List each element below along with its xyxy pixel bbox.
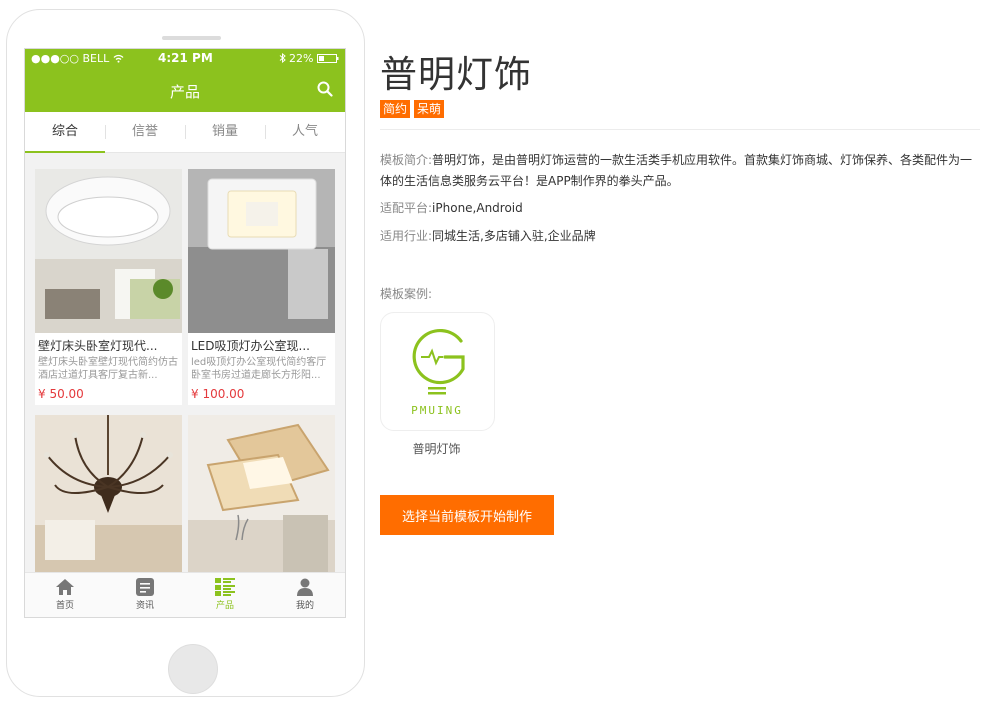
tag-badge: 简约 <box>380 100 411 118</box>
bottom-tab-products[interactable]: 产品 <box>185 573 265 617</box>
product-desc: 壁灯床头卧室壁灯现代简约仿古酒店过道灯具客厅复古新... <box>38 357 178 381</box>
bottom-tab-label: 首页 <box>55 601 74 611</box>
bottom-tab-label: 产品 <box>215 601 234 611</box>
product-price: ¥ 100.00 <box>191 387 245 401</box>
search-icon[interactable] <box>317 81 333 97</box>
carrier-text: ●●●○○ BELL <box>31 52 110 65</box>
product-desc: led吸顶灯办公室现代简约客厅卧室书房过道走廊长方形阳... <box>191 357 327 381</box>
news-icon <box>136 578 154 596</box>
divider <box>380 129 980 130</box>
nav-title: 产品 <box>169 83 200 101</box>
industry-value: 同城生活,多店铺入驻,企业品牌 <box>432 229 596 243</box>
app-title: 普明灯饰 <box>380 53 532 96</box>
bottom-tab-mine[interactable]: 我的 <box>265 573 345 617</box>
tag-list: 简约 呆萌 <box>380 100 445 118</box>
bottom-tab-label: 我的 <box>295 601 314 611</box>
product-price: ¥ 50.00 <box>38 387 84 401</box>
tab-comprehensive[interactable]: 综合 <box>25 112 105 153</box>
home-icon <box>56 579 74 595</box>
phone-home-button <box>168 644 218 694</box>
start-template-button[interactable]: 选择当前模板开始制作 <box>380 495 554 535</box>
product-image-wood-lamp <box>188 415 335 579</box>
carrier-indicator: ●●●○○ BELL <box>31 52 124 65</box>
battery-icon <box>317 54 339 63</box>
bluetooth-icon <box>279 52 286 64</box>
product-name: LED吸顶灯办公室现... <box>191 339 310 353</box>
product-image-chandelier <box>35 415 182 579</box>
sort-tabs: 综合 信誉 销量 人气 <box>25 112 345 153</box>
phone-speaker <box>162 36 221 40</box>
platform-row: 适配平台:iPhone,Android <box>380 198 980 219</box>
product-card[interactable] <box>35 415 182 579</box>
product-image-led-panel <box>188 169 335 333</box>
bottom-tab-news[interactable]: 资讯 <box>105 573 185 617</box>
pmuing-logo: PMUING <box>411 328 465 417</box>
case-name: 普明灯饰 <box>412 442 461 456</box>
tab-popularity[interactable]: 人气 <box>265 112 345 152</box>
app-screen: ●●●○○ BELL 4:21 PM 22% 产品 综合 信誉 销量 人气 壁灯… <box>24 48 346 618</box>
product-grid-icon <box>215 578 235 596</box>
product-card[interactable]: LED吸顶灯办公室现... led吸顶灯办公室现代简约客厅卧室书房过道走廊长方形… <box>188 169 335 405</box>
platform-value: iPhone,Android <box>432 201 523 215</box>
case-label: 模板案例: <box>380 287 433 301</box>
bottom-tab-home[interactable]: 首页 <box>25 573 105 617</box>
product-image-ceiling-lamp <box>35 169 182 333</box>
platform-label: 适配平台: <box>380 201 433 215</box>
product-grid: 壁灯床头卧室灯现代... 壁灯床头卧室壁灯现代简约仿古酒店过道灯具客厅复古新..… <box>25 153 345 579</box>
tab-sales[interactable]: 销量 <box>185 112 265 152</box>
status-bar: ●●●○○ BELL 4:21 PM 22% <box>25 49 345 68</box>
user-icon <box>297 578 313 596</box>
template-intro: 模板简介:普明灯饰，是由普明灯饰运营的一款生活类手机应用软件。首款集灯饰商城、灯… <box>380 150 980 192</box>
battery-indicator: 22% <box>279 52 339 65</box>
product-card[interactable]: 壁灯床头卧室灯现代... 壁灯床头卧室壁灯现代简约仿古酒店过道灯具客厅复古新..… <box>35 169 182 405</box>
bottom-tab-bar: 首页 资讯 产品 我的 <box>25 572 345 617</box>
industry-label: 适用行业: <box>380 229 433 243</box>
battery-percent: 22% <box>289 52 314 65</box>
tag-badge: 呆萌 <box>414 100 445 118</box>
status-time: 4:21 PM <box>158 51 213 65</box>
wifi-icon <box>113 54 124 63</box>
nav-bar: 产品 <box>25 68 345 112</box>
product-name: 壁灯床头卧室灯现代... <box>38 339 158 353</box>
tab-reputation[interactable]: 信誉 <box>105 112 185 152</box>
industry-row: 适用行业:同城生活,多店铺入驻,企业品牌 <box>380 226 980 247</box>
case-logo-card[interactable]: PMUING <box>380 312 495 431</box>
intro-label: 模板简介: <box>380 153 433 167</box>
logo-text: PMUING <box>411 404 463 417</box>
bottom-tab-label: 资讯 <box>135 601 154 611</box>
product-card[interactable] <box>188 415 335 579</box>
intro-text: 普明灯饰，是由普明灯饰运营的一款生活类手机应用软件。首款集灯饰商城、灯饰保养、各… <box>380 153 973 188</box>
